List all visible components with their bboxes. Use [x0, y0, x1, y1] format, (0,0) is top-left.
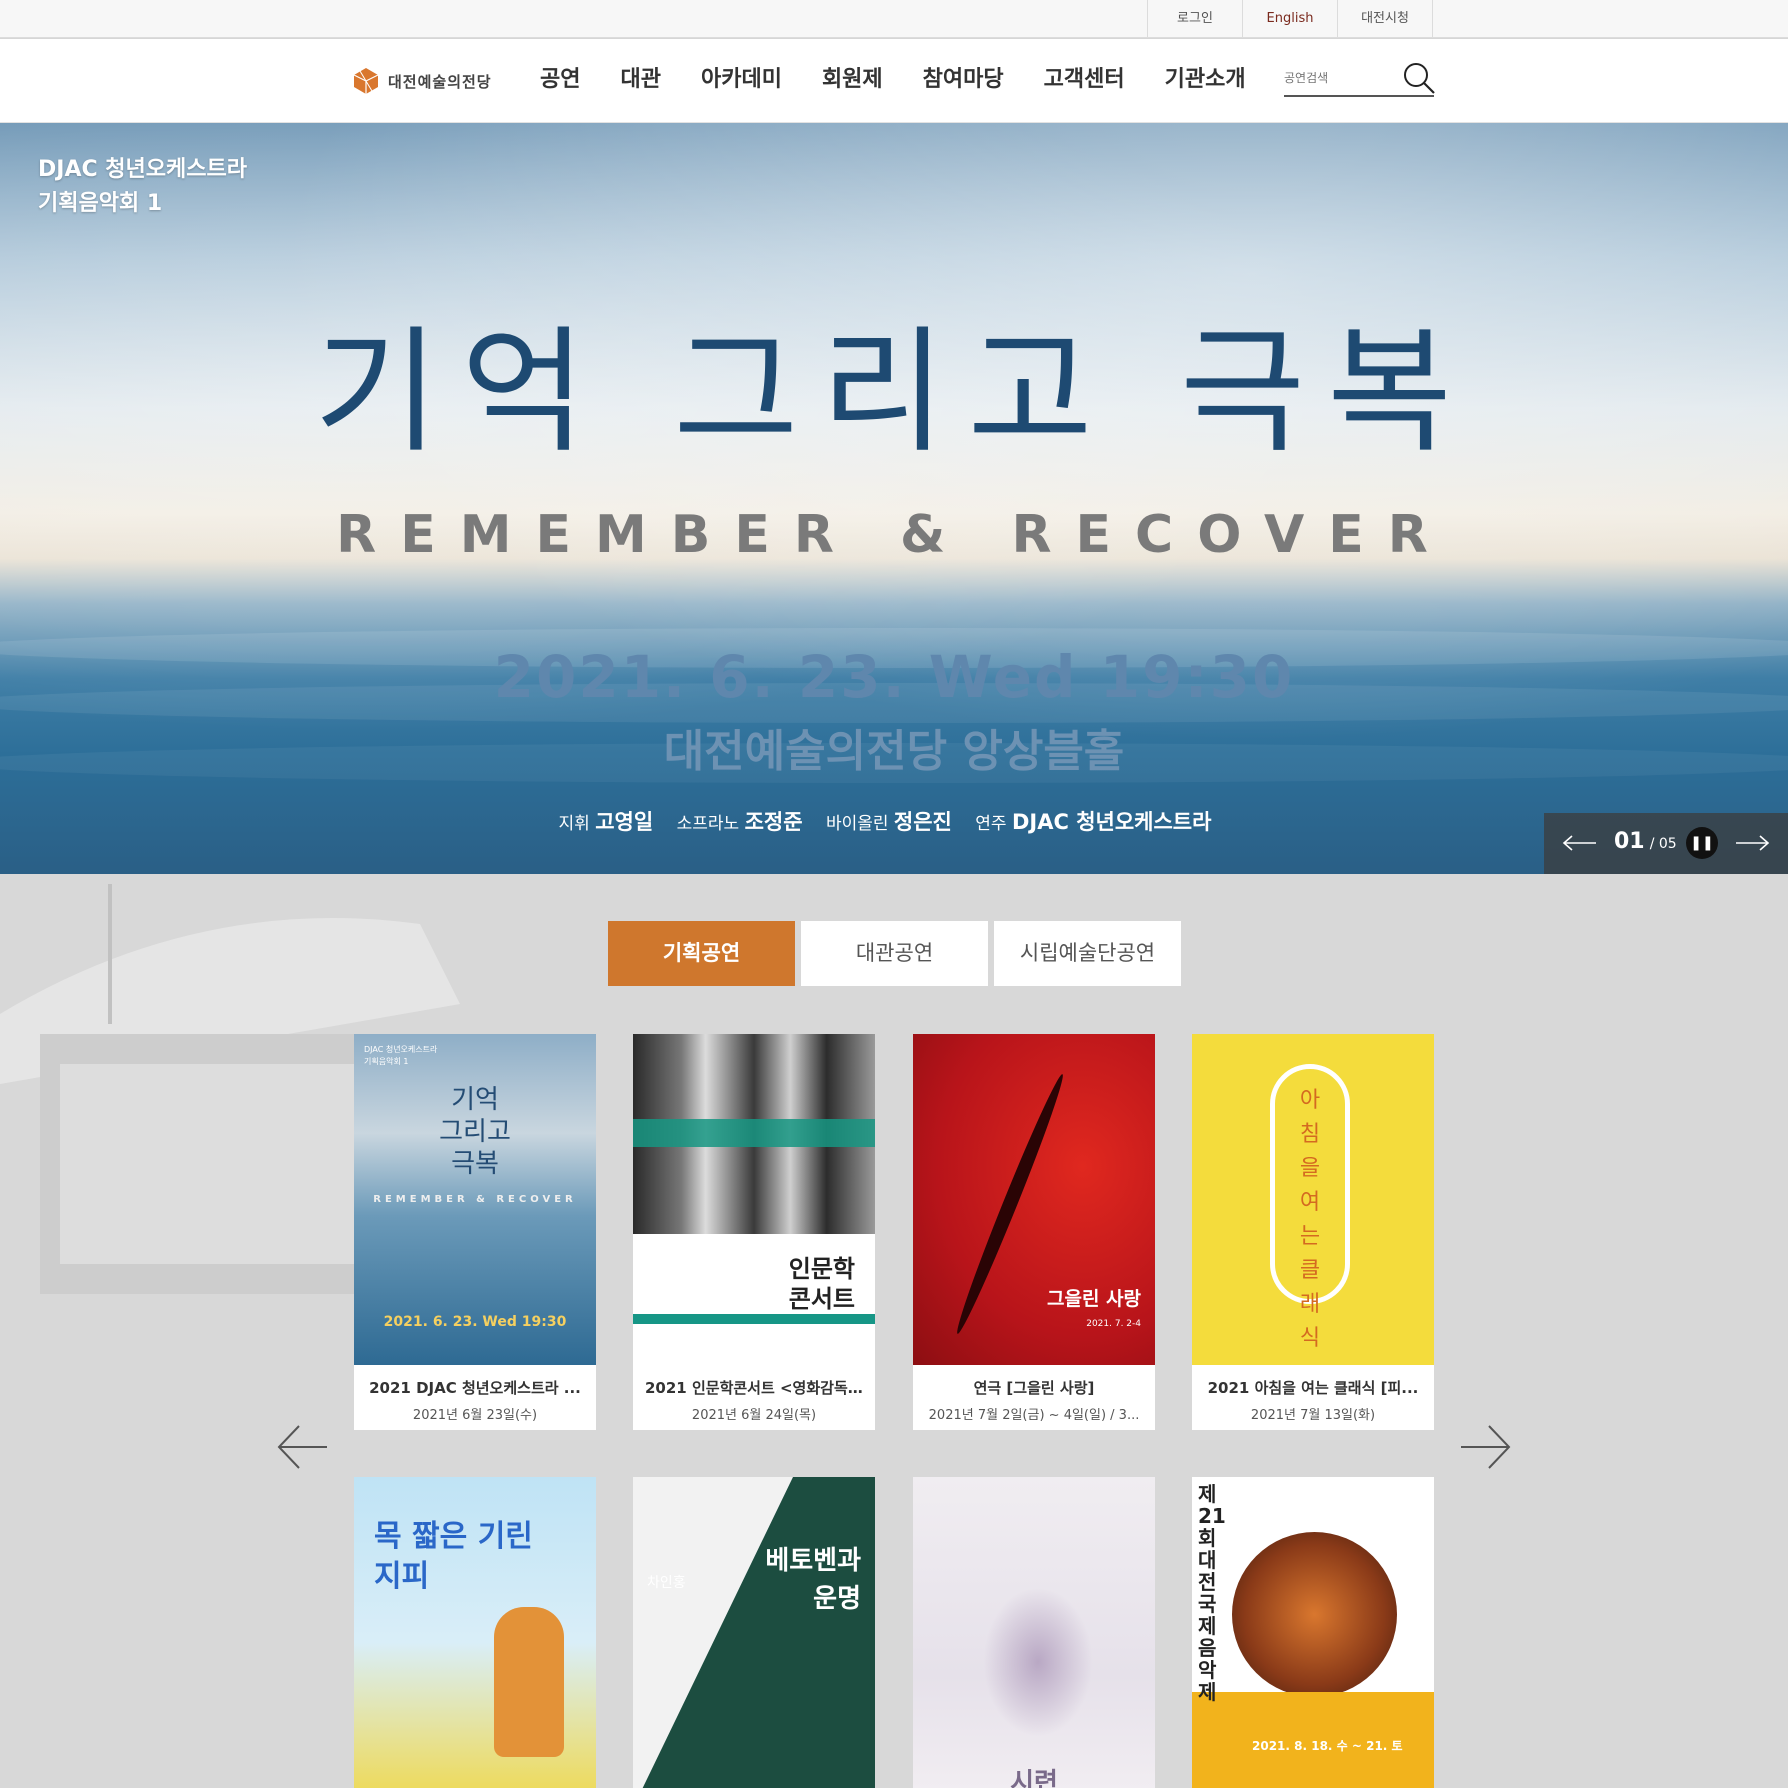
- credit-role: 소프라노: [676, 814, 740, 834]
- poster-image: 아침을여는클래식: [1192, 1034, 1434, 1365]
- poster-image: 그을린 사랑 2021. 7. 2-4: [913, 1034, 1155, 1365]
- utility-links: 로그인 English 대전시청: [1147, 0, 1433, 38]
- hero-venue: 대전예술의전당 앙상블홀: [663, 726, 1125, 777]
- login-link[interactable]: 로그인: [1148, 0, 1243, 38]
- poster-graphic: [494, 1607, 564, 1757]
- search-input[interactable]: [1284, 63, 1394, 93]
- logo-icon: [353, 68, 379, 94]
- card-title: 2021 DJAC 청년오케스트라 ...: [369, 1379, 581, 1397]
- performance-card[interactable]: 그을린 사랑 2021. 7. 2-4 연극 [그을린 사랑] 2021년 7월…: [913, 1034, 1155, 1430]
- hero-date: 2021. 6. 23. Wed 19:30: [493, 643, 1295, 711]
- menu-participation[interactable]: 참여마당: [923, 59, 1004, 101]
- card-title: 2021 아침을 여는 클래식 [피...: [1207, 1379, 1419, 1397]
- card-info: 연극 [그을린 사랑] 2021년 7월 2일(금) ~ 4일(일) / 3..…: [913, 1365, 1155, 1430]
- poster-date: 2021. 7. 2-4: [1086, 1319, 1141, 1329]
- poster-image: 시련: [913, 1477, 1155, 1788]
- menu-customer-center[interactable]: 고객센터: [1044, 59, 1125, 101]
- poster-graphic: [1232, 1532, 1397, 1697]
- english-link[interactable]: English: [1243, 0, 1338, 38]
- grid-prev-icon[interactable]: [275, 1422, 331, 1472]
- poster-graphic: [633, 1477, 793, 1788]
- performance-card[interactable]: 아침을여는클래식 2021 아침을 여는 클래식 [피... 2021년 7월 …: [1192, 1034, 1434, 1430]
- poster-image: 제21회 대전국제음악제 2021. 8. 18. 수 ~ 21. 토: [1192, 1477, 1434, 1788]
- poster-name: 차인홍: [647, 1575, 686, 1591]
- poster-date: 2021. 6. 23. Wed 19:30: [383, 1314, 567, 1330]
- card-date: 2021년 6월 24일(목): [691, 1408, 817, 1423]
- card-title: 2021 인문학콘서트 <영화감독...: [645, 1379, 865, 1397]
- performance-card[interactable]: 차인홍 베토벤과 운명: [633, 1477, 875, 1788]
- card-date: 2021년 7월 13일(화): [1250, 1408, 1376, 1423]
- performance-card[interactable]: 인문학 콘서트 2021 인문학콘서트 <영화감독... 2021년 6월 24…: [633, 1034, 875, 1430]
- credit-role: 지휘: [558, 814, 590, 834]
- performance-card[interactable]: 시련: [913, 1477, 1155, 1788]
- poster-title: 베토벤과 운명: [765, 1546, 861, 1614]
- hero-kicker-line2: 기획음악회 1: [38, 191, 163, 216]
- poster-title: 시련: [1010, 1768, 1058, 1788]
- slide-counter: 01 / 05: [1614, 829, 1677, 854]
- menu-about[interactable]: 기관소개: [1165, 59, 1246, 101]
- hero-subtitle: REMEMBER & RECOVER: [336, 505, 1452, 565]
- card-info: 2021 인문학콘서트 <영화감독... 2021년 6월 24일(목): [633, 1365, 875, 1430]
- hero-banner[interactable]: DJAC 청년오케스트라 기획음악회 1 기억 그리고 극복 REMEMBER …: [0, 123, 1788, 874]
- hero-kicker-line1: DJAC 청년오케스트라: [38, 157, 247, 182]
- main-menu: 공연 대관 아카데미 회원제 참여마당 고객센터 기관소개: [540, 59, 1286, 101]
- card-date: 2021년 6월 23일(수): [412, 1408, 538, 1423]
- menu-academy[interactable]: 아카데미: [701, 59, 782, 101]
- prev-slide-icon[interactable]: [1562, 828, 1598, 858]
- credit-role: 연주: [975, 814, 1007, 834]
- poster-graphic: [983, 1587, 1093, 1737]
- slide-total: / 05: [1649, 836, 1677, 852]
- slider-controls: 01 / 05 ❚❚: [1544, 813, 1788, 874]
- poster-date: 2021. 8. 18. 수 ~ 21. 토: [1252, 1739, 1403, 1753]
- poster-title: 목 짧은 기린 지피: [374, 1519, 533, 1594]
- slide-current: 01: [1614, 829, 1645, 854]
- performance-section: 기획공연 대관공연 시립예술단공연 DJAC 청년오케스트라 기획음악회 1 기…: [0, 874, 1788, 1788]
- hero-kicker: DJAC 청년오케스트라 기획음악회 1: [38, 153, 247, 221]
- poster-title: 인문학 콘서트: [788, 1255, 855, 1313]
- hero-title: 기억 그리고 극복: [313, 314, 1475, 472]
- poster-title: 그을린 사랑: [1046, 1288, 1141, 1310]
- poster-title: 아침을여는클래식: [1299, 1088, 1321, 1351]
- performance-tabs: 기획공연 대관공연 시립예술단공연: [608, 921, 1181, 986]
- menu-rental[interactable]: 대관: [620, 59, 660, 101]
- credit-name: 정은진: [893, 810, 952, 834]
- performance-card[interactable]: DJAC 청년오케스트라 기획음악회 1 기억 그리고 극복 REMEMBER …: [354, 1034, 596, 1430]
- tab-rental[interactable]: 대관공연: [801, 921, 988, 986]
- tab-planned[interactable]: 기획공연: [608, 921, 795, 986]
- poster-kicker: DJAC 청년오케스트라 기획음악회 1: [364, 1045, 438, 1066]
- credit-name: DJAC 청년오케스트라: [1011, 810, 1212, 834]
- poster-image: 인문학 콘서트: [633, 1034, 875, 1365]
- performance-card[interactable]: 제21회 대전국제음악제 2021. 8. 18. 수 ~ 21. 토: [1192, 1477, 1434, 1788]
- next-slide-icon[interactable]: [1734, 828, 1770, 858]
- pause-icon: ❚❚: [1690, 835, 1714, 851]
- credit-name: 조정준: [744, 810, 803, 834]
- poster-title: 제21회 대전국제음악제: [1198, 1482, 1226, 1704]
- card-title: 연극 [그을린 사랑]: [973, 1379, 1095, 1397]
- search-icon[interactable]: [1402, 61, 1436, 95]
- hero-credits: 지휘 고영일 소프라노 조정준 바이올린 정은진 연주 DJAC 청년오케스트라: [0, 806, 1788, 836]
- main-navigation: 대전예술의전당 공연 대관 아카데미 회원제 참여마당 고객센터 기관소개: [0, 39, 1788, 123]
- poster-image: DJAC 청년오케스트라 기획음악회 1 기억 그리고 극복 REMEMBER …: [354, 1034, 596, 1365]
- poster-title: 기억 그리고 극복: [439, 1085, 511, 1179]
- credit-role: 바이올린: [825, 814, 889, 834]
- utility-bar: 로그인 English 대전시청: [0, 0, 1788, 38]
- credit-name: 고영일: [595, 810, 654, 834]
- card-date: 2021년 7월 2일(금) ~ 4일(일) / 3...: [928, 1408, 1140, 1423]
- poster-subtitle: REMEMBER & RECOVER: [373, 1194, 577, 1205]
- grid-next-icon[interactable]: [1457, 1422, 1513, 1472]
- pause-button[interactable]: ❚❚: [1686, 827, 1718, 859]
- site-logo[interactable]: 대전예술의전당: [352, 67, 492, 95]
- tab-city-arts[interactable]: 시립예술단공연: [994, 921, 1181, 986]
- logo-text: 대전예술의전당: [388, 72, 492, 91]
- card-info: 2021 아침을 여는 클래식 [피... 2021년 7월 13일(화): [1192, 1365, 1434, 1430]
- menu-membership[interactable]: 회원제: [822, 59, 883, 101]
- performance-card[interactable]: 목 짧은 기린 지피: [354, 1477, 596, 1788]
- menu-performance[interactable]: 공연: [540, 59, 580, 101]
- poster-bar: [633, 1314, 875, 1324]
- poster-image: 차인홍 베토벤과 운명: [633, 1477, 875, 1788]
- card-info: 2021 DJAC 청년오케스트라 ... 2021년 6월 23일(수): [354, 1365, 596, 1430]
- city-hall-link[interactable]: 대전시청: [1338, 0, 1433, 38]
- poster-image: 목 짧은 기린 지피: [354, 1477, 596, 1788]
- poster-band: [633, 1119, 875, 1147]
